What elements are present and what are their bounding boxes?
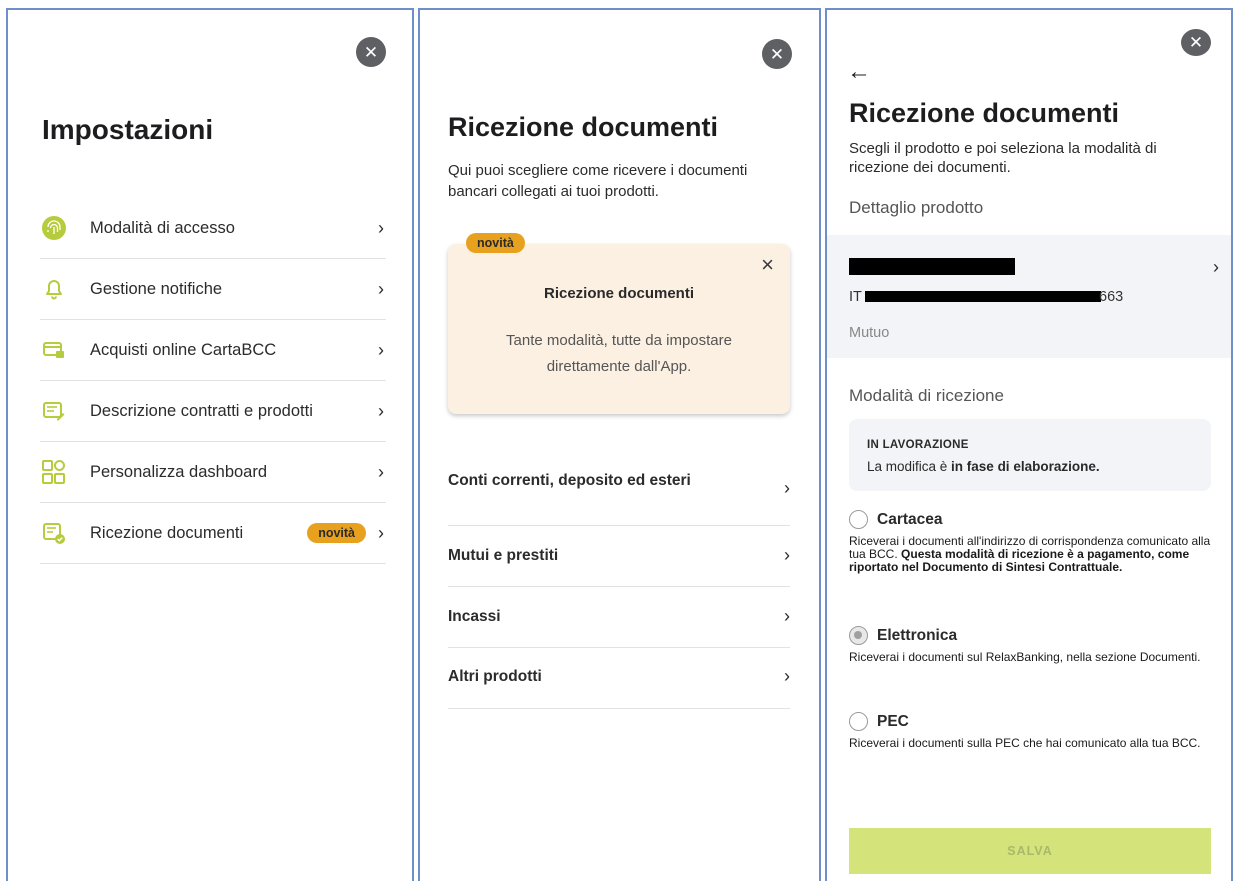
arrow-left-icon: ← bbox=[847, 58, 871, 85]
radio-row-electronic[interactable]: Elettronica bbox=[849, 626, 1215, 645]
status-box: IN LAVORAZIONE La modifica è in fase di … bbox=[849, 419, 1211, 491]
document-reception-screen: ✕ Ricezione documenti Qui puoi scegliere… bbox=[418, 8, 821, 881]
page-title: Ricezione documenti bbox=[849, 98, 1120, 128]
card-lock-icon bbox=[40, 336, 68, 364]
list-item-other-products[interactable]: Altri prodotti › bbox=[448, 648, 790, 709]
chevron-right-icon: › bbox=[378, 522, 384, 543]
page-title: Ricezione documenti bbox=[448, 112, 719, 142]
option-label: Elettronica bbox=[877, 626, 958, 644]
promo-title: Ricezione documenti bbox=[543, 285, 695, 302]
menu-item-label: Gestione notifiche bbox=[90, 279, 223, 298]
chevron-right-icon: › bbox=[784, 478, 790, 498]
new-badge: novità bbox=[466, 233, 525, 253]
close-icon: ✕ bbox=[1188, 33, 1204, 52]
chevron-right-icon: › bbox=[378, 400, 384, 421]
status-title: IN LAVORAZIONE bbox=[867, 439, 969, 451]
chevron-right-icon: › bbox=[378, 278, 384, 299]
close-button[interactable]: ✕ bbox=[762, 39, 792, 69]
menu-item-label: Descrizione contratti e prodotti bbox=[90, 401, 313, 420]
menu-item-notifications[interactable]: Gestione notifiche › bbox=[40, 259, 386, 320]
status-text-bold: in fase di elaborazione. bbox=[951, 459, 1100, 474]
menu-item-label: Acquisti online CartaBCC bbox=[90, 340, 277, 359]
chevron-right-icon: › bbox=[378, 461, 384, 482]
redacted-iban bbox=[865, 291, 1101, 302]
list-item-collections[interactable]: Incassi › bbox=[448, 587, 790, 648]
product-section-label: Dettaglio prodotto bbox=[849, 198, 984, 217]
list-item-current-accounts[interactable]: Conti correnti, deposito ed esteri › bbox=[448, 442, 790, 526]
menu-item-access-mode[interactable]: Modalità di accesso › bbox=[40, 198, 386, 259]
list-item-mortgages[interactable]: Mutui e prestiti › bbox=[448, 526, 790, 587]
page-description: Scegli il prodotto e poi seleziona la mo… bbox=[849, 140, 1157, 176]
list-item-label: Incassi bbox=[448, 608, 501, 625]
option-paper: Cartacea Riceverai i documenti all'indir… bbox=[849, 510, 1215, 574]
chevron-right-icon: › bbox=[1213, 257, 1219, 277]
menu-item-document-reception[interactable]: Ricezione documenti novità › bbox=[40, 503, 386, 564]
option-description: Riceverai i documenti sul RelaxBanking, … bbox=[849, 650, 1201, 664]
promo-text: Tante modalità, tutte da impostare diret… bbox=[506, 332, 732, 375]
option-description: Riceverai i documenti sulla PEC che hai … bbox=[849, 736, 1201, 750]
chevron-right-icon: › bbox=[784, 606, 790, 626]
back-button[interactable]: ← bbox=[847, 58, 871, 86]
product-category-list: Conti correnti, deposito ed esteri › Mut… bbox=[448, 442, 790, 709]
radio-pec[interactable] bbox=[849, 712, 868, 731]
option-electronic: Elettronica Riceverai i documenti sul Re… bbox=[849, 626, 1215, 664]
bell-icon bbox=[40, 275, 68, 303]
radio-row-paper[interactable]: Cartacea bbox=[849, 510, 1215, 529]
fingerprint-icon bbox=[40, 214, 68, 242]
iban-prefix: IT bbox=[849, 289, 862, 305]
document-check-icon bbox=[40, 519, 68, 547]
list-item-label: Altri prodotti bbox=[448, 668, 542, 685]
promo-card: novità × Ricezione documenti Tante modal… bbox=[448, 233, 790, 414]
option-pec: PEC Riceverai i documenti sulla PEC che … bbox=[849, 712, 1215, 750]
chevron-right-icon: › bbox=[378, 339, 384, 360]
page-description: Qui puoi scegliere come ricevere i docum… bbox=[448, 162, 748, 200]
close-icon: ✕ bbox=[363, 42, 379, 62]
chevron-right-icon: › bbox=[784, 666, 790, 686]
close-icon[interactable]: × bbox=[761, 252, 774, 278]
document-reception-detail-screen: ✕ ← Ricezione documenti Scegli il prodot… bbox=[825, 8, 1233, 881]
status-text: La modifica è in fase di elaborazione. bbox=[867, 459, 1100, 474]
option-description: Riceverai i documenti all'indirizzo di c… bbox=[849, 535, 1215, 574]
product-card[interactable]: IT 663 Mutuo › bbox=[827, 235, 1231, 358]
radio-paper[interactable] bbox=[849, 510, 868, 529]
menu-item-label: Personalizza dashboard bbox=[90, 462, 268, 481]
option-label: Cartacea bbox=[877, 510, 943, 528]
save-button[interactable]: SALVA bbox=[849, 828, 1211, 874]
close-button[interactable]: ✕ bbox=[356, 37, 386, 67]
close-icon: ✕ bbox=[769, 44, 785, 64]
chevron-right-icon: › bbox=[378, 217, 384, 238]
chevron-right-icon: › bbox=[784, 545, 790, 565]
list-item-label: Conti correnti, deposito ed esteri bbox=[448, 472, 691, 489]
dashboard-icon bbox=[40, 458, 68, 486]
status-text-prefix: La modifica è bbox=[867, 459, 952, 474]
menu-item-contracts[interactable]: Descrizione contratti e prodotti › bbox=[40, 381, 386, 442]
document-edit-icon bbox=[40, 397, 68, 425]
list-item-label: Mutui e prestiti bbox=[448, 547, 559, 564]
radio-electronic[interactable] bbox=[849, 626, 868, 645]
reception-section-label: Modalità di ricezione bbox=[849, 386, 1004, 405]
page-title: Impostazioni bbox=[42, 114, 214, 145]
option-desc-bold: Questa modalità di ricezione è a pagamen… bbox=[849, 547, 1190, 574]
iban-suffix: 663 bbox=[1099, 289, 1124, 305]
new-badge: novità bbox=[307, 523, 366, 543]
option-label: PEC bbox=[877, 712, 909, 730]
menu-item-dashboard[interactable]: Personalizza dashboard › bbox=[40, 442, 386, 503]
redacted-product-name bbox=[849, 258, 1015, 275]
radio-row-pec[interactable]: PEC bbox=[849, 712, 1215, 731]
product-type: Mutuo bbox=[849, 325, 890, 341]
menu-item-label: Modalità di accesso bbox=[90, 218, 235, 237]
settings-menu: Modalità di accesso › Gestione notifiche… bbox=[40, 198, 386, 564]
menu-item-online-purchases[interactable]: Acquisti online CartaBCC › bbox=[40, 320, 386, 381]
close-button[interactable]: ✕ bbox=[1181, 29, 1211, 56]
settings-screen: ✕ Impostazioni Modalità di accesso › Ges… bbox=[6, 8, 414, 881]
menu-item-label: Ricezione documenti bbox=[90, 523, 244, 542]
